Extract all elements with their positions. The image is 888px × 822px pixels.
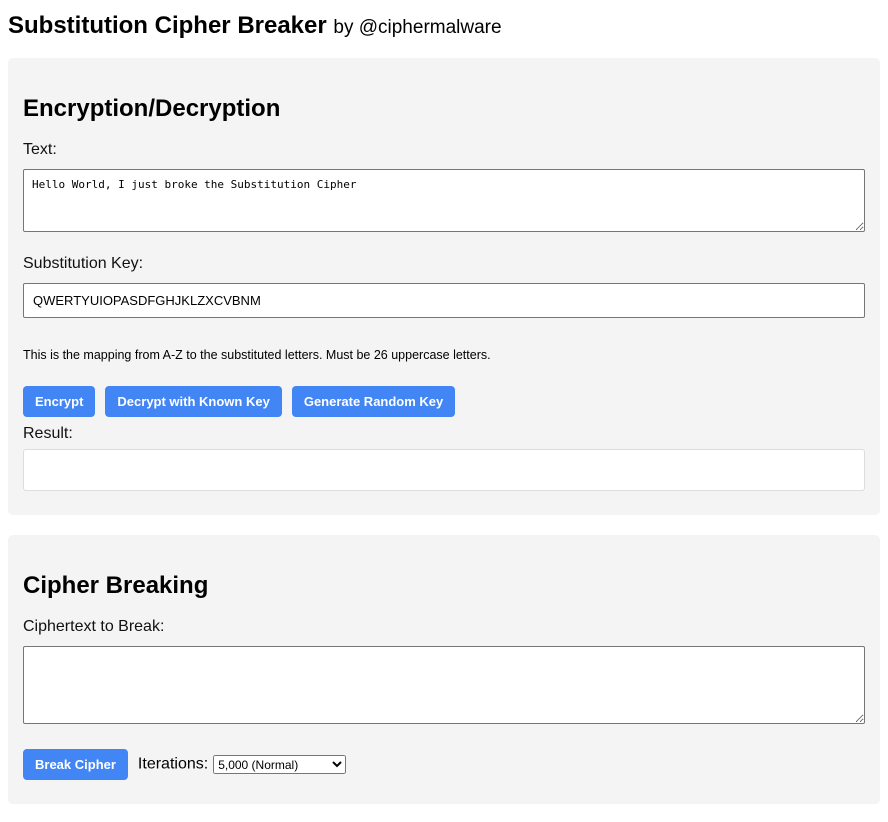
breaking-heading: Cipher Breaking [23, 572, 209, 599]
byline: by @ciphermalware [333, 17, 502, 38]
key-input[interactable] [23, 283, 865, 318]
text-label: Text: [23, 141, 57, 158]
key-help: This is the mapping from A-Z to the subs… [23, 348, 491, 362]
text-input[interactable]: Hello World, I just broke the Substituti… [23, 169, 865, 232]
iterations-label: Iterations: [137, 755, 209, 773]
ciphertext-input[interactable] [23, 646, 865, 724]
result-output [23, 449, 865, 491]
ciphertext-label: Ciphertext to Break: [23, 618, 165, 635]
title: Substitution Cipher Breaker [8, 12, 327, 39]
iterations-select[interactable]: 5,000 (Normal) [213, 755, 347, 774]
break-cipher-button[interactable]: Break Cipher [23, 749, 128, 780]
generate-key-button[interactable]: Generate Random Key [291, 386, 456, 417]
result-label: Result: [23, 425, 73, 442]
breaking-panel: Cipher Breaking Ciphertext to Break: Bre… [8, 535, 880, 804]
encrypt-button[interactable]: Encrypt [23, 386, 96, 417]
key-label: Substitution Key: [23, 255, 144, 272]
encryption-heading: Encryption/Decryption [23, 95, 281, 122]
decrypt-button[interactable]: Decrypt with Known Key [105, 386, 282, 417]
page-title: Substitution Cipher Breaker by @cipherma… [8, 12, 880, 40]
encryption-panel: Encryption/Decryption Text: Hello World,… [8, 58, 880, 515]
